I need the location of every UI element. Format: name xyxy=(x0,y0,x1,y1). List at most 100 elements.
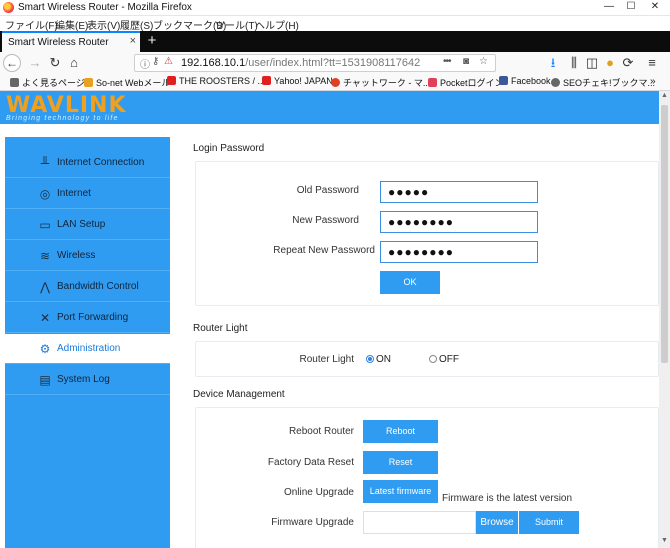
extension-icon[interactable]: ● xyxy=(603,55,617,71)
menu-view[interactable]: 表示(V) xyxy=(87,17,120,32)
url-host: 192.168.10.1 xyxy=(181,57,246,69)
device-management-title: Device Management xyxy=(193,389,285,400)
sidebar-item-bandwidth-control[interactable]: ⋀ Bandwidth Control xyxy=(5,272,170,302)
bookmark-item[interactable]: よく見るページ xyxy=(10,76,85,89)
minimize-button[interactable]: — xyxy=(598,0,620,14)
new-password-value: ●●●●●●●● xyxy=(388,215,454,229)
tab-title: Smart Wireless Router xyxy=(8,37,109,48)
sidebar-item-label: Port Forwarding xyxy=(57,312,129,323)
repeat-password-field[interactable]: ●●●●●●●● xyxy=(380,241,538,263)
scroll-thumb[interactable] xyxy=(661,105,668,363)
pocket-bookmark-icon xyxy=(428,78,437,87)
info-icon[interactable]: ⓘ xyxy=(140,56,150,71)
new-password-field[interactable]: ●●●●●●●● xyxy=(380,211,538,233)
home-icon[interactable]: ⌂ xyxy=(66,55,82,71)
bookmark-gear-icon xyxy=(10,78,19,87)
ok-button[interactable]: OK xyxy=(380,271,440,294)
sidebar-item-label: Administration xyxy=(57,343,121,354)
firmware-upgrade-label: Firmware Upgrade xyxy=(271,517,354,528)
sidebar-item-label: Wireless xyxy=(57,250,96,261)
scroll-up-icon[interactable]: ▲ xyxy=(659,92,670,102)
bookmark-item[interactable]: Pocketログイン xyxy=(428,76,504,89)
pocket-icon[interactable]: ◙ xyxy=(463,56,469,67)
bookmark-item[interactable]: SEOチェキ!ブックマ... xyxy=(551,76,655,89)
library-icon[interactable]: ⫼ xyxy=(567,55,581,71)
new-tab-button[interactable]: + xyxy=(144,32,160,50)
sidebar-toggle-icon[interactable]: ◫ xyxy=(585,55,599,71)
wavlink-logo: WAVLINK Bringing technology to life xyxy=(6,95,127,123)
old-password-value: ●●●●● xyxy=(388,185,430,199)
chatwork-icon xyxy=(331,78,340,87)
reboot-button[interactable]: Reboot xyxy=(363,420,438,443)
submit-button[interactable]: Submit xyxy=(519,511,579,534)
menu-hamburger-icon[interactable]: ≡ xyxy=(645,55,659,71)
radio-unchecked-icon xyxy=(429,355,437,363)
radio-off-label: OFF xyxy=(439,354,459,365)
tab-close-icon[interactable]: × xyxy=(130,35,136,47)
sidebar-item-port-forwarding[interactable]: ✕ Port Forwarding xyxy=(5,303,170,333)
scroll-down-icon[interactable]: ▼ xyxy=(659,537,670,547)
download-icon[interactable]: ⭳ xyxy=(546,55,560,71)
sidebar-item-internet[interactable]: ◎ Internet xyxy=(5,179,170,209)
menu-tools[interactable]: ツール(T) xyxy=(215,17,258,32)
latest-firmware-button[interactable]: Latest firmware xyxy=(363,480,438,503)
router-light-off-radio[interactable]: OFF xyxy=(429,354,459,365)
sidebar-item-label: Bandwidth Control xyxy=(57,281,139,292)
bookmark-item[interactable]: チャットワーク - マ... xyxy=(331,76,430,89)
firmware-file-input[interactable] xyxy=(363,511,476,534)
facebook-icon xyxy=(499,76,508,85)
lan-icon: ▭ xyxy=(39,218,51,232)
old-password-field[interactable]: ●●●●● xyxy=(380,181,538,203)
key-icon[interactable]: ⚷ xyxy=(152,56,159,67)
tab-smart-wireless-router[interactable]: Smart Wireless Router × xyxy=(2,31,140,52)
page-actions-icon[interactable]: ••• xyxy=(443,56,451,67)
sidebar: ╨ Internet Connection ◎ Internet ▭ LAN S… xyxy=(5,137,170,548)
router-icon: ╨ xyxy=(40,156,50,170)
back-arrow-icon[interactable]: ← xyxy=(3,54,21,72)
tab-strip: Smart Wireless Router × + xyxy=(0,31,670,52)
sync-icon[interactable]: ⟳ xyxy=(621,55,635,71)
sidebar-item-internet-connection[interactable]: ╨ Internet Connection xyxy=(5,148,170,178)
url-text: 192.168.10.1/user/index.html?tt=15319081… xyxy=(181,57,420,69)
bookmark-item[interactable]: So-net Webメール xyxy=(84,76,170,89)
login-password-panel: Old Password ●●●●● New Password ●●●●●●●●… xyxy=(195,161,659,306)
sidebar-item-lan-setup[interactable]: ▭ LAN Setup xyxy=(5,210,170,240)
globe-icon: ◎ xyxy=(39,187,51,201)
firefox-logo-icon xyxy=(3,2,14,13)
bookmark-item[interactable]: Yahoo! JAPAN xyxy=(262,76,333,86)
maximize-button[interactable]: ☐ xyxy=(620,0,642,14)
bookmarks-toolbar: よく見るページ So-net Webメール THE ROOSTERS / ...… xyxy=(0,74,670,91)
radio-on-label: ON xyxy=(376,354,391,365)
bookmark-item[interactable]: THE ROOSTERS / ... xyxy=(167,76,265,86)
globe-bookmark-icon xyxy=(551,78,560,87)
address-bar[interactable]: ⓘ ⚷ ⚠ 192.168.10.1/user/index.html?tt=15… xyxy=(134,54,496,72)
menu-history[interactable]: 履歴(S) xyxy=(120,17,153,32)
bookmarks-overflow-icon[interactable]: » xyxy=(650,76,656,87)
bookmark-star-icon[interactable]: ☆ xyxy=(479,56,488,67)
insecure-lock-icon[interactable]: ⚠ xyxy=(164,56,173,67)
router-light-on-radio[interactable]: ON xyxy=(366,354,391,365)
new-password-label: New Password xyxy=(292,215,359,226)
menu-bar: ファイル(F) 編集(E) 表示(V) 履歴(S) ブックマーク(B) ツール(… xyxy=(0,16,670,32)
bookmark-item[interactable]: Facebook xyxy=(499,76,551,86)
url-path: /user/index.html?tt=1531908117642 xyxy=(245,57,421,69)
forward-arrow-icon[interactable]: → xyxy=(27,55,43,71)
menu-file[interactable]: ファイル(F) xyxy=(5,17,58,32)
sidebar-item-wireless[interactable]: ≋ Wireless xyxy=(5,241,170,271)
close-window-button[interactable]: ✕ xyxy=(642,0,668,14)
browse-button[interactable]: Browse xyxy=(476,511,518,534)
menu-help[interactable]: ヘルプ(H) xyxy=(255,17,299,32)
bookmark-label: Facebook xyxy=(511,76,551,86)
sidebar-item-administration[interactable]: ⚙ Administration xyxy=(5,334,170,364)
sidebar-item-label: System Log xyxy=(57,374,110,385)
reset-button[interactable]: Reset xyxy=(363,451,438,474)
reload-icon[interactable]: ↻ xyxy=(47,55,63,71)
sidebar-item-system-log[interactable]: ▤ System Log xyxy=(5,365,170,395)
repeat-password-value: ●●●●●●●● xyxy=(388,245,454,259)
log-icon: ▤ xyxy=(39,373,51,387)
bookmark-label: THE ROOSTERS / ... xyxy=(179,76,266,86)
youtube-icon xyxy=(167,76,176,85)
page-scrollbar[interactable]: ▲ ▼ xyxy=(659,91,670,548)
menu-edit[interactable]: 編集(E) xyxy=(55,17,88,32)
yahoo-icon xyxy=(262,76,271,85)
